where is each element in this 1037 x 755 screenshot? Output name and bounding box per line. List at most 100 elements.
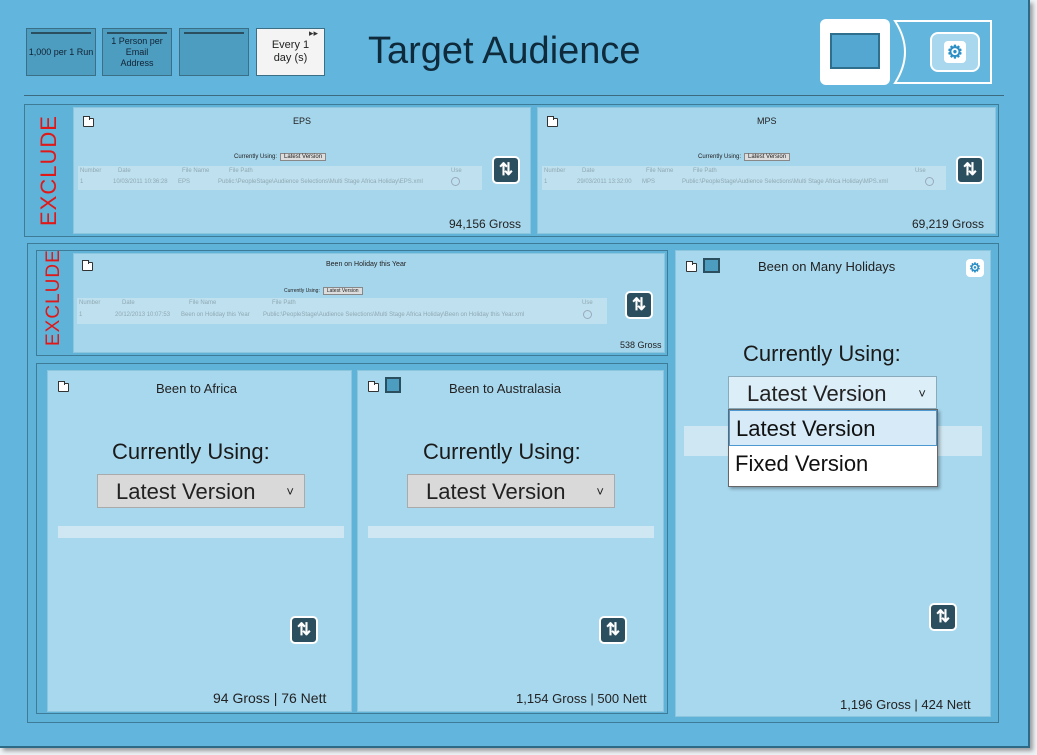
chevron-down-icon: ˅ — [286, 484, 294, 499]
refresh-button[interactable]: ⇅ — [929, 603, 957, 631]
chevron-down-icon: ˅ — [596, 484, 604, 499]
chevron-down-icon: ˅ — [918, 386, 926, 401]
holiday-year-file-table: Number Date File Name File Path Use 1 20… — [77, 298, 607, 324]
col-number: Number — [544, 168, 566, 174]
col-number: Number — [79, 300, 101, 306]
many-holidays-currently-using: Currently Using: — [743, 341, 901, 366]
many-holidays-version-dropdown[interactable]: Latest Version ˅ — [728, 376, 937, 409]
africa-card[interactable]: Been to Africa Currently Using: Latest V… — [47, 370, 352, 712]
africa-version-value: Latest Version — [116, 479, 256, 504]
tile-icon[interactable] — [385, 377, 401, 393]
flag-icon: ▸▸ — [308, 28, 318, 38]
cell-date: 29/03/2011 13:32:00 — [577, 179, 632, 185]
gear-icon[interactable]: ⚙ — [966, 259, 984, 277]
schedule-tile[interactable]: ▸▸ Every 1 day (s) — [256, 28, 325, 76]
holiday-year-card[interactable]: Been on Holiday this Year Currently Usin… — [73, 253, 665, 353]
col-date: Date — [118, 168, 131, 174]
many-holidays-version-value: Latest Version — [747, 381, 887, 406]
mps-card[interactable]: MPS Currently Using: Latest Version Numbe… — [537, 107, 996, 234]
dedupe-tile[interactable]: 1 Person per Email Address — [102, 28, 172, 76]
australasia-version-dropdown[interactable]: Latest Version ˅ — [407, 474, 615, 508]
settings-button[interactable]: ⚙ — [930, 32, 980, 72]
schedule-label: Every 1 day (s) — [271, 39, 310, 64]
app-window: 1,000 per 1 Run 1 Person per Email Addre… — [0, 0, 1030, 748]
eps-file-table: Number Date File Name File Path Use 1 10… — [78, 166, 482, 190]
tile-bar — [184, 32, 244, 34]
mps-title: MPS — [757, 116, 777, 126]
col-file-name: File Name — [182, 168, 210, 174]
mps-file-table: Number Date File Name File Path Use 1 29… — [542, 166, 946, 190]
currently-using-label: Currently Using: — [234, 154, 278, 160]
refresh-button[interactable]: ⇅ — [625, 291, 653, 319]
col-use: Use — [915, 168, 926, 174]
australasia-card[interactable]: Been to Australasia Currently Using: Lat… — [357, 370, 664, 712]
folder-icon[interactable] — [82, 260, 93, 271]
audience-panel: EXCLUDE Been on Holiday this Year Curren… — [27, 243, 999, 723]
col-file-path: File Path — [693, 168, 717, 174]
page-title: Target Audience — [368, 30, 641, 72]
refresh-button[interactable]: ⇅ — [956, 156, 984, 184]
screen-icon — [830, 33, 880, 69]
australasia-mini-table — [368, 526, 654, 538]
version-select[interactable]: Latest Version — [280, 153, 327, 161]
dedupe-label: 1 Person per Email Address — [111, 35, 163, 68]
cell-file-name: EPS — [178, 179, 191, 185]
cell-number: 1 — [80, 179, 84, 185]
col-date: Date — [582, 168, 595, 174]
col-date: Date — [122, 300, 135, 306]
folder-icon[interactable] — [547, 116, 558, 127]
screen-tile[interactable] — [820, 19, 890, 85]
cell-file-path: Public:\PeopleStage\Audience Selections\… — [218, 179, 423, 185]
use-checkbox[interactable] — [583, 310, 592, 319]
version-options-list[interactable]: Latest Version Fixed Version — [728, 409, 938, 487]
run-limit-tile[interactable]: 1,000 per 1 Run — [26, 28, 96, 76]
folder-icon[interactable] — [58, 381, 69, 392]
use-checkbox[interactable] — [451, 177, 460, 186]
gear-icon: ⚙ — [944, 41, 966, 63]
option-latest-version[interactable]: Latest Version — [729, 410, 937, 446]
empty-tile[interactable] — [179, 28, 249, 76]
col-use: Use — [451, 168, 462, 174]
africa-count: 94 Gross | 76 Nett — [213, 690, 327, 706]
version-select[interactable]: Latest Version — [322, 287, 363, 295]
africa-version-dropdown[interactable]: Latest Version ˅ — [97, 474, 305, 508]
run-limit-label: 1,000 per 1 Run — [28, 46, 94, 57]
australasia-title: Been to Australasia — [449, 381, 562, 396]
holiday-year-title: Been on Holiday this Year — [326, 261, 407, 268]
folder-icon[interactable] — [83, 116, 94, 127]
option-fixed-version[interactable]: Fixed Version — [729, 446, 937, 482]
many-holidays-count: 1,196 Gross | 424 Nett — [840, 697, 971, 712]
eps-currently-using: Currently Using: Latest Version — [234, 153, 327, 161]
cell-file-name: MPS — [642, 179, 656, 185]
tile-icon[interactable] — [703, 258, 720, 273]
eps-title: EPS — [293, 116, 312, 126]
africa-mini-table — [58, 526, 344, 538]
cell-date: 20/12/2013 10:07:53 — [115, 312, 171, 318]
col-file-name: File Name — [646, 168, 674, 174]
australasia-version-value: Latest Version — [426, 479, 566, 504]
folder-icon[interactable] — [686, 261, 697, 272]
cell-file-path: Public:\PeopleStage\Audience Selections\… — [682, 179, 888, 185]
use-checkbox[interactable] — [925, 177, 934, 186]
refresh-button[interactable]: ⇅ — [492, 156, 520, 184]
refresh-button[interactable]: ⇅ — [290, 616, 318, 644]
currently-using-label: Currently Using: — [284, 288, 320, 294]
cell-date: 10/03/2011 10:36:28 — [113, 179, 168, 185]
exclusion-panel-top: EXCLUDE EPS Currently Using: Latest Versi… — [24, 104, 999, 237]
refresh-button[interactable]: ⇅ — [599, 616, 627, 644]
mps-count: 69,219 Gross — [912, 217, 985, 231]
version-select[interactable]: Latest Version — [744, 153, 791, 161]
header-divider — [24, 95, 1004, 96]
eps-card[interactable]: EPS Currently Using: Latest Version Numbe… — [73, 107, 531, 234]
mps-currently-using: Currently Using: Latest Version — [698, 153, 791, 161]
folder-icon[interactable] — [368, 381, 379, 392]
cell-number: 1 — [544, 179, 548, 185]
australasia-currently-using: Currently Using: — [423, 439, 581, 464]
cell-file-path: Public:\PeopleStage\Audience Selections\… — [263, 312, 525, 318]
africa-currently-using: Currently Using: — [112, 439, 270, 464]
exclude-label: EXCLUDE — [36, 115, 61, 226]
australasia-count: 1,154 Gross | 500 Nett — [516, 691, 647, 706]
currently-using-label: Currently Using: — [698, 154, 742, 160]
africa-title: Been to Africa — [156, 381, 237, 396]
many-holidays-card[interactable]: Been on Many Holidays ⚙ Currently Using:… — [675, 250, 991, 717]
